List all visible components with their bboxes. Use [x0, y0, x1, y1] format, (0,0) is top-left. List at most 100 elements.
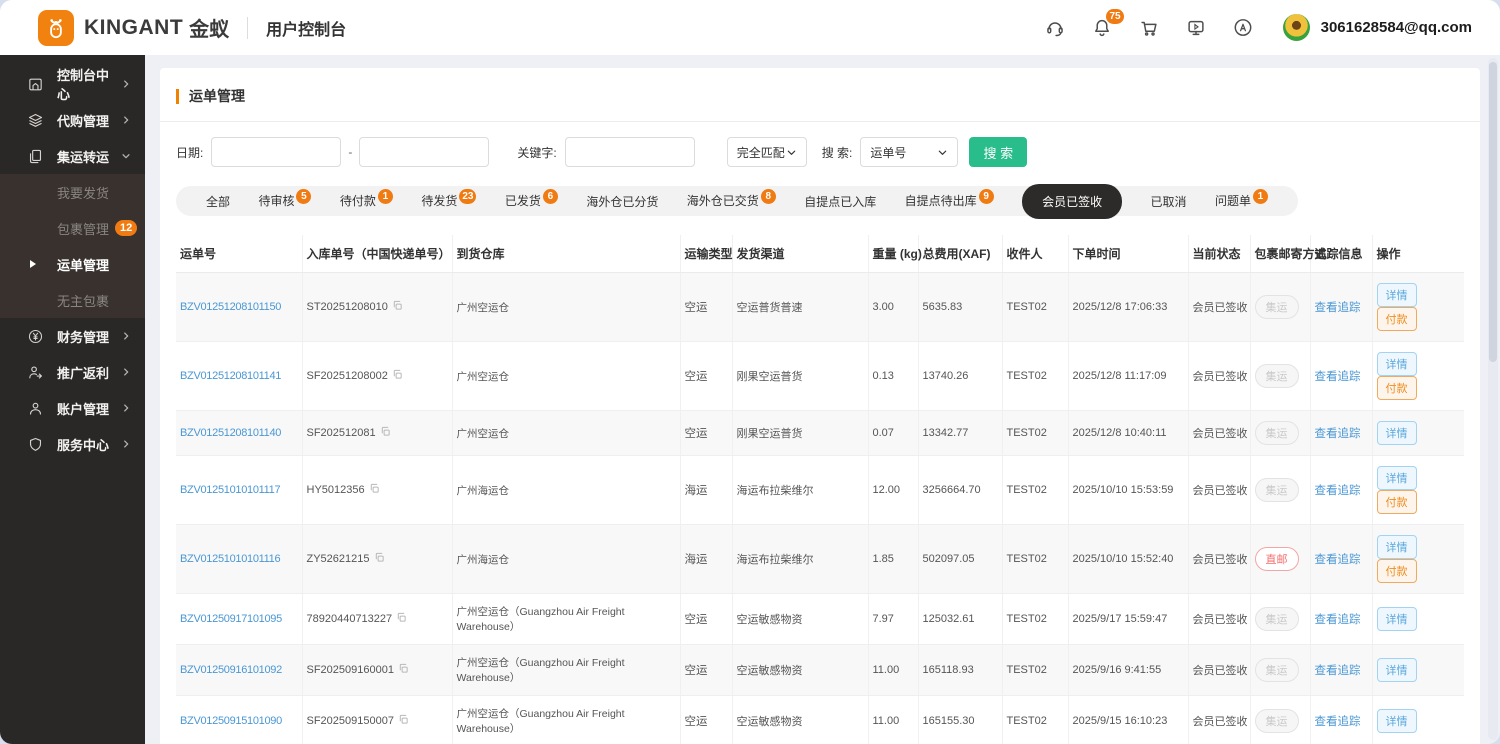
detail-button[interactable]: 详情	[1377, 283, 1417, 307]
view-tracking-link[interactable]: 查看追踪	[1315, 665, 1361, 677]
copy-icon[interactable]	[392, 302, 403, 314]
recipient-cell: TEST02	[1002, 594, 1068, 645]
keyword-input[interactable]	[565, 137, 695, 167]
ant-logo-icon[interactable]	[38, 10, 74, 46]
copy-icon[interactable]	[396, 614, 407, 626]
status-tab[interactable]: 已取消	[1151, 193, 1187, 210]
cost-cell: 13342.77	[918, 411, 1002, 456]
sidebar-item-label: 账户管理	[57, 399, 109, 418]
copy-icon[interactable]	[369, 485, 380, 497]
view-tracking-link[interactable]: 查看追踪	[1315, 302, 1361, 314]
mail-type-pill: 集运	[1255, 295, 1299, 319]
scrollbar-track[interactable]	[1488, 58, 1498, 740]
sidebar-subitem-label: 无主包裹	[57, 291, 109, 310]
view-tracking-link[interactable]: 查看追踪	[1315, 371, 1361, 383]
sidebar-subitem[interactable]: 包裹管理 12	[0, 210, 145, 246]
sidebar-subitem[interactable]: 无主包裹	[0, 282, 145, 318]
monitor-play-icon[interactable]	[1185, 17, 1207, 39]
date-to-input[interactable]	[359, 137, 489, 167]
sidebar-item[interactable]: 代购管理	[0, 102, 145, 138]
scrollbar-thumb[interactable]	[1489, 62, 1497, 362]
status-tab[interactable]: 会员已签收	[1022, 184, 1122, 219]
waybill-link[interactable]: BZV01251010101116	[180, 553, 280, 565]
status-tab[interactable]: 自提点待出库9	[905, 192, 994, 210]
recipient-cell: TEST02	[1002, 525, 1068, 594]
copy-icon[interactable]	[398, 665, 409, 677]
mail-type-pill: 集运	[1255, 478, 1299, 502]
date-from-input[interactable]	[211, 137, 341, 167]
detail-button[interactable]: 详情	[1377, 421, 1417, 445]
column-header: 发货渠道	[732, 235, 868, 273]
header-actions: 75 3061628584@qq.com	[1044, 14, 1472, 41]
detail-button[interactable]: 详情	[1377, 352, 1417, 376]
divider	[160, 121, 1480, 122]
main-content: 运单管理 日期: - 关键字: 完全匹配 搜 索: 运单号 搜 索	[145, 55, 1500, 744]
copy-icon[interactable]	[380, 428, 391, 440]
pay-button[interactable]: 付款	[1377, 559, 1417, 583]
detail-button[interactable]: 详情	[1377, 466, 1417, 490]
view-tracking-link[interactable]: 查看追踪	[1315, 428, 1361, 440]
status-tab[interactable]: 全部	[206, 193, 230, 210]
app-window: KINGANT 金蚁 用户控制台 75	[0, 0, 1500, 744]
detail-button[interactable]: 详情	[1377, 607, 1417, 631]
headset-icon[interactable]	[1044, 17, 1066, 39]
sidebar-item[interactable]: 控制台中心	[0, 66, 145, 102]
sidebar-item[interactable]: 推广返利	[0, 354, 145, 390]
waybill-link[interactable]: BZV01250917101095	[180, 613, 282, 625]
warehouse-cell: 广州空运仓（Guangzhou Air Freight Warehouse）	[452, 696, 680, 744]
detail-button[interactable]: 详情	[1377, 658, 1417, 682]
view-tracking-link[interactable]: 查看追踪	[1315, 716, 1361, 728]
channel-cell: 海运布拉柴维尔	[732, 525, 868, 594]
detail-button[interactable]: 详情	[1377, 535, 1417, 559]
sidebar-subitem[interactable]: 我要发货	[0, 174, 145, 210]
pay-button[interactable]: 付款	[1377, 376, 1417, 400]
pay-button[interactable]: 付款	[1377, 307, 1417, 331]
view-tracking-link[interactable]: 查看追踪	[1315, 554, 1361, 566]
copy-icon[interactable]	[392, 371, 403, 383]
search-type-select[interactable]: 运单号	[860, 137, 958, 167]
table-row: BZV01250917101095 78920440713227 广州空运仓（G…	[176, 594, 1464, 645]
waybill-link[interactable]: BZV01250916101092	[180, 664, 282, 676]
sidebar-item[interactable]: 账户管理	[0, 390, 145, 426]
channel-cell: 刚果空运普货	[732, 411, 868, 456]
column-header: 当前状态	[1188, 235, 1250, 273]
match-mode-select[interactable]: 完全匹配	[727, 137, 807, 167]
bell-icon[interactable]: 75	[1091, 17, 1113, 39]
service-icon	[27, 436, 44, 453]
search-button[interactable]: 搜 索	[969, 137, 1027, 167]
channel-cell: 空运敏感物资	[732, 594, 868, 645]
avatar[interactable]	[1283, 14, 1310, 41]
transport-type-cell: 空运	[680, 273, 732, 342]
pay-button[interactable]: 付款	[1377, 490, 1417, 514]
detail-button[interactable]: 详情	[1377, 709, 1417, 733]
status-tab[interactable]: 待付款1	[340, 192, 393, 210]
waybill-link[interactable]: BZV01250915101090	[180, 715, 282, 727]
waybill-link[interactable]: BZV01251208101150	[180, 301, 281, 313]
sidebar-item[interactable]: 服务中心	[0, 426, 145, 462]
view-tracking-link[interactable]: 查看追踪	[1315, 485, 1361, 497]
order-time-cell: 2025/10/10 15:52:40	[1068, 525, 1188, 594]
sidebar-item[interactable]: 财务管理	[0, 318, 145, 354]
status-tab[interactable]: 待审核5	[258, 192, 311, 210]
warehouse-cell: 广州海运仓	[452, 456, 680, 525]
waybill-link[interactable]: BZV01251010101117	[180, 484, 280, 496]
circle-a-icon[interactable]	[1232, 17, 1254, 39]
sidebar-item[interactable]: 集运转运	[0, 138, 145, 174]
status-cell: 会员已签收	[1188, 342, 1250, 411]
cost-cell: 165118.93	[918, 645, 1002, 696]
status-tab[interactable]: 待发货23	[421, 192, 476, 210]
status-tab[interactable]: 海外仓已分货	[586, 193, 658, 210]
status-tab[interactable]: 问题单1	[1215, 192, 1268, 210]
view-tracking-link[interactable]: 查看追踪	[1315, 614, 1361, 626]
status-tab[interactable]: 海外仓已交货8	[687, 192, 776, 210]
channel-cell: 空运敏感物资	[732, 696, 868, 744]
copy-icon[interactable]	[398, 716, 409, 728]
waybill-link[interactable]: BZV01251208101140	[180, 427, 281, 439]
cart-icon[interactable]	[1138, 17, 1160, 39]
waybill-link[interactable]: BZV01251208101141	[180, 370, 281, 382]
status-tab[interactable]: 自提点已入库	[804, 193, 876, 210]
account-email[interactable]: 3061628584@qq.com	[1321, 19, 1472, 36]
sidebar-subitem[interactable]: 运单管理	[0, 246, 145, 282]
copy-icon[interactable]	[374, 554, 385, 566]
status-tab[interactable]: 已发货6	[505, 192, 558, 210]
